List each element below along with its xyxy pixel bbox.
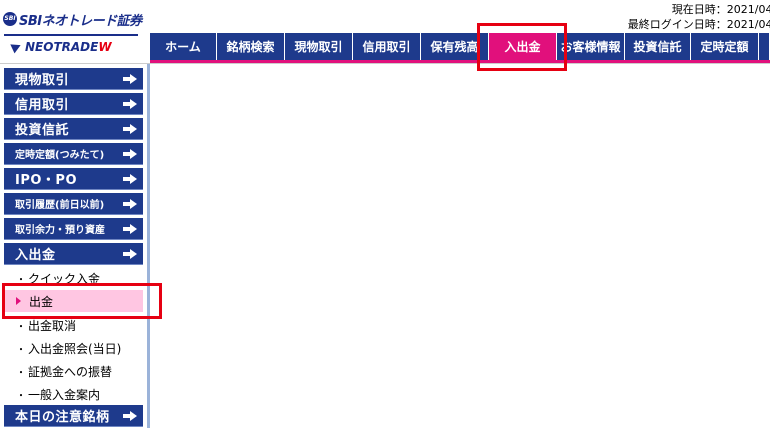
neotrade-logo-mark: W (98, 40, 112, 54)
sidebar-item-label: 信用取引 (15, 98, 70, 113)
sidebar-item-spot-trading[interactable]: 現物取引 (4, 68, 143, 90)
arrow-right-icon (123, 123, 137, 134)
sidebar-item-label: 取引余力・預り資産 (15, 225, 105, 236)
neotrade-logo[interactable]: NEOTRADE W (10, 40, 112, 54)
submenu-label: 出金取消 (28, 318, 77, 333)
arrow-right-icon (123, 223, 137, 234)
nav-tab-spot-trading[interactable]: 現物取引 (285, 33, 353, 60)
neotrade-arrow-icon (10, 40, 23, 54)
current-datetime: 現在日時：2021/04, (671, 3, 770, 16)
submenu-label: 入出金照会(当日) (28, 341, 122, 356)
nav-tab-customer-info[interactable]: お客様情報 (557, 33, 625, 60)
sidebar-item-todays-caution-stocks[interactable]: 本日の注意銘柄 (4, 405, 143, 427)
nav-tab-fixed-amount[interactable]: 定時定額 (691, 33, 759, 60)
sidebar-item-label: 本日の注意銘柄 (15, 410, 110, 425)
neotrade-logo-text: NEOTRADE (25, 40, 99, 54)
bullet: ・ (16, 390, 26, 402)
sidebar-item-label: IPO・PO (15, 173, 77, 188)
sidebar-item-fixed-amount[interactable]: 定時定額(つみたて) (4, 143, 143, 165)
bullet: ・ (16, 344, 26, 356)
nav-tab-margin-trading[interactable]: 信用取引 (353, 33, 421, 60)
session-info: 現在日時：2021/04, 最終ログイン日時：2021/04, (628, 2, 770, 32)
arrow-right-icon (123, 198, 137, 209)
nav-tab-home[interactable]: ホーム (150, 33, 217, 60)
nav-tab-stock-search[interactable]: 銘柄検索 (217, 33, 285, 60)
logo-divider (4, 34, 138, 36)
bullet: ・ (16, 367, 26, 379)
nav-tab-overflow[interactable] (759, 33, 770, 60)
arrow-right-icon (123, 248, 137, 259)
submenu-label: 一般入金案内 (28, 387, 101, 402)
arrow-right-icon (123, 98, 137, 109)
arrow-right-icon (123, 148, 137, 159)
sidebar-item-trade-history[interactable]: 取引履歴(前日以前) (4, 193, 143, 215)
submenu-margin-transfer[interactable]: ・ 証拠金への振替 (4, 360, 143, 382)
submenu-transaction-inquiry[interactable]: ・ 入出金照会(当日) (4, 337, 143, 359)
sidebar-item-investment-trust[interactable]: 投資信託 (4, 118, 143, 140)
sidebar-item-label: 定時定額(つみたて) (15, 150, 105, 161)
sidebar-item-buying-power[interactable]: 取引余力・預り資産 (4, 218, 143, 240)
sidebar-item-label: 投資信託 (15, 123, 70, 138)
sbi-logo[interactable]: SBI SBIネオトレード証券 (3, 8, 142, 30)
sidebar-item-label: 現物取引 (15, 73, 70, 88)
sidebar-item-label: 取引履歴(前日以前) (15, 200, 105, 211)
sidebar-item-label: 入出金 (15, 248, 56, 263)
sidebar-item-margin-trading[interactable]: 信用取引 (4, 93, 143, 115)
sidebar-item-deposit-withdrawal[interactable]: 入出金 (4, 243, 143, 265)
sbi-logo-text: SBIネオトレード証券 (19, 13, 142, 29)
sidebar-item-ipo-po[interactable]: IPO・PO (4, 168, 143, 190)
arrow-right-icon (123, 73, 137, 84)
arrow-right-icon (123, 173, 137, 184)
sidebar: 現物取引 信用取引 投資信託 定時定額(つみたて) IPO・PO 取引履歴(前日… (0, 64, 150, 428)
submenu-label: 証拠金への振替 (28, 364, 113, 379)
logo-area: SBI SBIネオトレード証券 NEOTRADE W (0, 0, 150, 60)
arrow-right-icon (123, 410, 137, 421)
sbi-badge-icon: SBI (3, 12, 17, 26)
nav-tab-investment-trust[interactable]: 投資信託 (625, 33, 691, 60)
last-login-datetime: 最終ログイン日時：2021/04, (627, 18, 770, 31)
main-nav: ホーム 銘柄検索 現物取引 信用取引 保有残高 入出金 お客様情報 投資信託 定… (150, 33, 770, 60)
highlight-submenu-withdrawal (2, 283, 162, 319)
highlight-nav-deposit-withdrawal (477, 23, 567, 71)
submenu-general-deposit-guide[interactable]: ・ 一般入金案内 (4, 383, 143, 405)
bullet: ・ (16, 321, 26, 333)
